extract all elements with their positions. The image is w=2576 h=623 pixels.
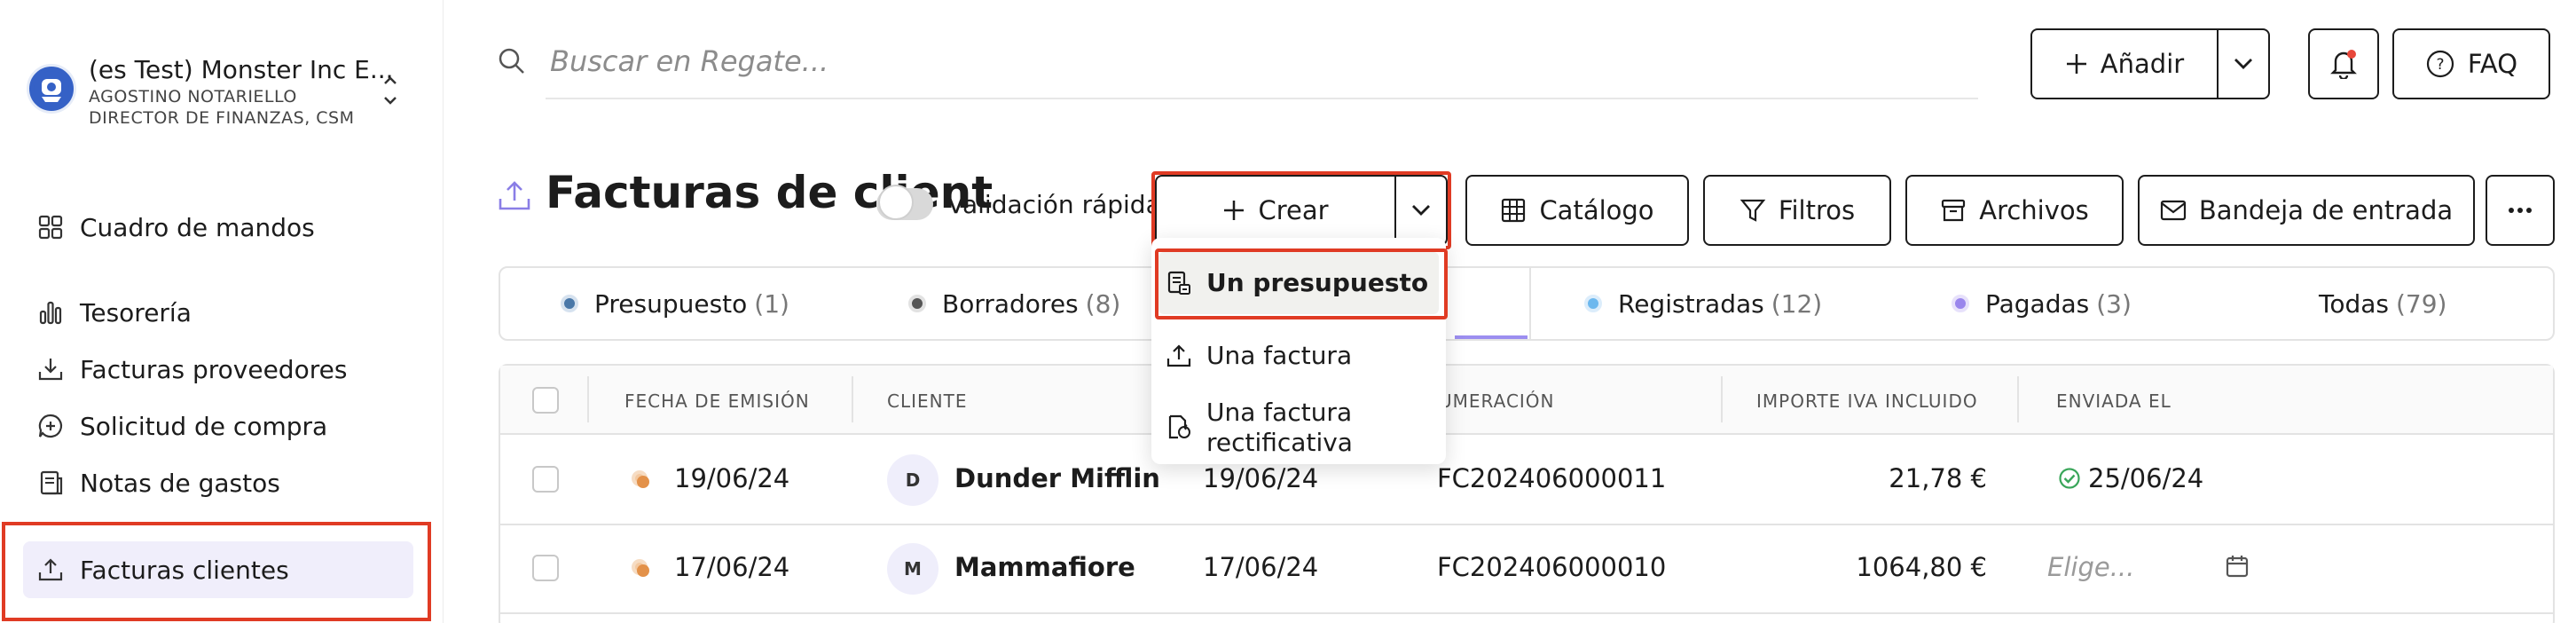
catalog-button[interactable]: Catálogo	[1465, 175, 1689, 246]
chevron-down-icon	[2234, 58, 2253, 70]
issue-date: 19/06/24	[674, 463, 790, 493]
row-divider	[500, 524, 2553, 525]
active-tab-underline	[1455, 335, 1528, 339]
filters-button[interactable]: Filtros	[1703, 175, 1891, 246]
search-input[interactable]: Buscar en Regate...	[550, 44, 829, 78]
avatar: D	[887, 454, 939, 506]
client-name[interactable]: Dunder Mifflin	[954, 463, 1160, 493]
menu-item-corrective-invoice[interactable]: Una factura rectificativa	[1166, 398, 1353, 458]
tab-presupuesto[interactable]: Presupuesto (1)	[561, 268, 789, 339]
highlight-box-quote	[1155, 248, 1448, 319]
mail-icon	[2160, 200, 2187, 221]
search-icon	[497, 46, 527, 76]
upload-tray-icon	[497, 177, 532, 213]
invoice-date: 17/06/24	[1203, 552, 1319, 582]
column-divider	[1721, 376, 1723, 422]
status-dot	[1584, 295, 1602, 312]
tab-todas[interactable]: Todas (79)	[2319, 268, 2446, 339]
company-logo-icon	[27, 64, 76, 114]
rectify-doc-icon	[1166, 414, 1194, 442]
toggle-knob	[878, 185, 914, 220]
issue-date: 17/06/24	[674, 552, 790, 582]
dashboard-icon	[35, 212, 66, 242]
sidebar-item-purchase-request[interactable]: Solicitud de compra	[35, 399, 408, 453]
column-header-amount[interactable]: IMPORTE IVA INCLUIDO	[1756, 390, 1978, 412]
search-underline	[546, 98, 1978, 99]
status-dot	[1952, 295, 1969, 312]
row-checkbox[interactable]	[532, 466, 559, 493]
column-header-sent[interactable]: ENVIADA EL	[2056, 390, 2172, 412]
bell-icon	[2330, 49, 2357, 79]
status-tabs: Presupuesto (1) Borradores (8) Registradas…	[499, 266, 2555, 341]
select-all-checkbox[interactable]	[532, 387, 559, 414]
add-dropdown-button[interactable]	[2217, 28, 2270, 99]
quick-validation-label: Validación rápida	[947, 190, 1161, 219]
sidebar-item-label: Notas de gastos	[80, 468, 280, 498]
sent-date: 25/06/24	[2088, 463, 2204, 493]
client-name[interactable]: Mammafiore	[954, 552, 1135, 582]
sidebar-item-expense-notes[interactable]: Notas de gastos	[35, 456, 408, 509]
highlight-box-sidebar	[2, 522, 431, 621]
column-header-client[interactable]: CLIENTE	[887, 390, 967, 412]
status-dot-center	[637, 564, 649, 577]
column-header-issue-date[interactable]: FECHA DE EMISIÓN	[624, 390, 810, 412]
status-dot-center	[637, 476, 649, 488]
chevron-updown-icon	[381, 71, 399, 110]
tab-registradas[interactable]: Registradas (12)	[1584, 268, 1822, 339]
help-circle-icon: ?	[2425, 49, 2455, 79]
more-horizontal-icon	[2508, 207, 2533, 214]
archives-button[interactable]: Archivos	[1905, 175, 2124, 246]
row-checkbox[interactable]	[532, 555, 559, 581]
plus-icon	[2065, 52, 2088, 75]
sidebar-item-label: Tesorería	[80, 297, 192, 327]
invoice-amount: 21,78 €	[1889, 463, 1987, 493]
column-divider	[2017, 376, 2019, 422]
sidebar-item-supplier-invoices[interactable]: Facturas proveedores	[35, 343, 408, 396]
plus-bubble-icon	[35, 411, 66, 441]
company-name: (es Test) Monster Inc E...	[89, 55, 394, 84]
sidebar-item-label: Cuadro de mandos	[80, 212, 315, 242]
column-header-number[interactable]: UMERACIÓN	[1439, 390, 1555, 412]
notifications-button[interactable]	[2308, 28, 2379, 99]
status-dot	[908, 295, 926, 312]
check-circle-icon	[2058, 467, 2081, 490]
sidebar-item-label: Facturas proveedores	[80, 354, 348, 384]
column-divider	[852, 376, 853, 422]
bar-chart-icon	[35, 297, 66, 327]
faq-button[interactable]: ? FAQ	[2392, 28, 2550, 99]
avatar: M	[887, 543, 939, 595]
menu-item-invoice[interactable]: Una factura	[1166, 341, 1352, 371]
invoice-number: FC202406000010	[1437, 552, 1667, 582]
tab-borradores[interactable]: Borradores (8)	[908, 268, 1120, 339]
grid-icon	[1500, 197, 1527, 224]
sidebar-item-label: Solicitud de compra	[80, 411, 328, 441]
calendar-icon[interactable]	[2225, 554, 2250, 579]
user-role: DIRECTOR DE FINANZAS, CSM	[89, 108, 355, 128]
invoice-amount: 1064,80 €	[1856, 552, 1987, 582]
tab-divider	[1529, 268, 1531, 339]
status-dot	[561, 295, 578, 312]
more-options-button[interactable]	[2486, 175, 2555, 246]
invoice-number: FC202406000011	[1437, 463, 1667, 493]
column-divider	[587, 376, 589, 422]
tab-pagadas[interactable]: Pagadas (3)	[1952, 268, 2132, 339]
filter-icon	[1740, 197, 1766, 224]
user-name: AGOSTINO NOTARIELLO	[89, 87, 297, 106]
sidebar-item-dashboard[interactable]: Cuadro de mandos	[35, 201, 408, 254]
add-button[interactable]: Añadir	[2030, 28, 2219, 99]
archive-box-icon	[1940, 197, 1967, 224]
inbox-button[interactable]: Bandeja de entrada	[2138, 175, 2475, 246]
company-switcher[interactable]: (es Test) Monster Inc E... AGOSTINO NOTA…	[27, 55, 426, 135]
invoice-date: 19/06/24	[1203, 463, 1319, 493]
upload-tray-icon	[1166, 343, 1194, 371]
download-tray-icon	[35, 354, 66, 384]
sidebar-item-treasury[interactable]: Tesorería	[35, 286, 408, 339]
sent-date-input[interactable]: Elige...	[2047, 552, 2134, 582]
receipt-icon	[35, 468, 66, 498]
row-divider	[500, 612, 2553, 614]
svg-text:?: ?	[2436, 56, 2444, 74]
